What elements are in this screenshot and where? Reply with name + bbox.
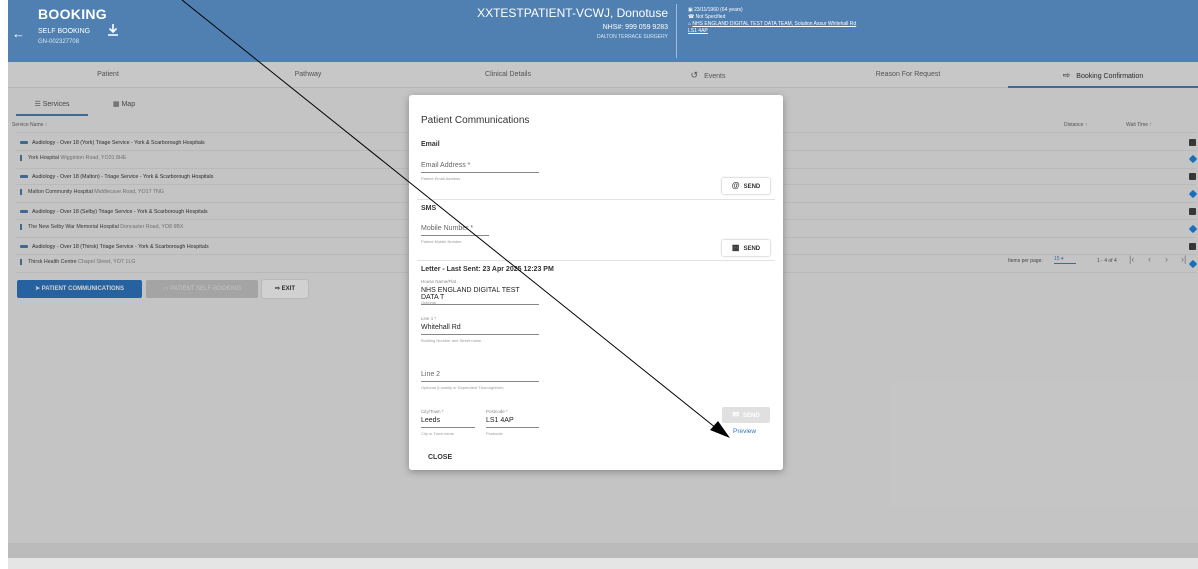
send-letter-button[interactable]: ✉ SEND	[722, 407, 770, 423]
sms-section-title: SMS	[421, 205, 437, 212]
city-hint: City or Town name	[421, 431, 455, 436]
patient-phone: Not Specified	[695, 14, 726, 20]
home-icon: ⌂	[688, 21, 692, 27]
patient-dob: 23/11/1960 (64 years)	[694, 7, 743, 13]
mobile-number-field[interactable]: Mobile Number *	[421, 225, 489, 236]
address-line2-field[interactable]: Line 2	[421, 371, 539, 382]
patient-postcode[interactable]: LS1 4AP	[688, 28, 708, 34]
phone-icon: ☎	[688, 14, 695, 20]
preview-link[interactable]: Preview	[733, 428, 756, 435]
back-arrow-icon[interactable]: ←	[12, 26, 25, 41]
send-sms-button[interactable]: ▩ SEND	[722, 240, 770, 256]
postcode-label: Postcode *	[486, 409, 508, 414]
house-name-field[interactable]: NHS ENGLAND DIGITAL TEST DATA T	[421, 287, 539, 305]
button-label: SEND	[743, 413, 760, 419]
patient-communications-dialog: Patient Communications Email Email Addre…	[409, 95, 783, 470]
house-name-label: House Name/Flat	[421, 279, 457, 284]
line1-label: Line 1 *	[421, 316, 437, 321]
patient-address[interactable]: NHS ENGLAND DIGITAL TEST DATA TEAM, Solu…	[692, 21, 856, 27]
close-button[interactable]: CLOSE	[428, 454, 452, 461]
patient-meta: ▣ 23/11/1960 (64 years) ☎ Not Specified …	[688, 7, 856, 35]
postcode-hint: Postcode	[486, 431, 503, 436]
page-subtitle: SELF BOOKING	[38, 28, 91, 35]
email-field[interactable]: Email Address *	[421, 162, 539, 173]
patient-name: XXTESTPATIENT-VCWJ, Donotuse	[477, 6, 668, 20]
email-section-title: Email	[421, 141, 440, 148]
house-name-hint: Optional	[421, 300, 436, 305]
section-divider	[417, 199, 775, 200]
line2-hint: Optional (Locality or Dependent Thorough…	[421, 385, 504, 390]
page-title: BOOKING	[38, 6, 107, 22]
city-label: City/Town *	[421, 409, 444, 414]
message-icon: ▩	[731, 243, 740, 252]
nhs-number: NHS#: 999 059 9283	[602, 24, 668, 31]
section-divider	[417, 260, 775, 261]
letter-section-title: Letter - Last Sent: 23 Apr 2025 12:23 PM	[421, 266, 554, 273]
calendar-icon: ▣	[688, 7, 693, 13]
button-label: SEND	[743, 184, 761, 190]
mobile-hint: Patient Mobile Number	[421, 239, 462, 244]
practice-name: DALTON TERRACE SURGERY	[596, 34, 668, 40]
line1-hint: Building Number and Street name	[421, 338, 482, 343]
city-field[interactable]: Leeds	[421, 417, 475, 428]
download-icon[interactable]	[106, 23, 120, 37]
at-icon: @	[731, 181, 740, 190]
address-line1-field[interactable]: Whitehall Rd	[421, 324, 539, 335]
booking-id: GN-002327708	[38, 39, 80, 45]
dialog-title: Patient Communications	[421, 115, 530, 126]
mail-icon: ✉	[732, 410, 740, 419]
send-email-button[interactable]: @ SEND	[722, 178, 770, 194]
button-label: SEND	[743, 246, 761, 252]
header-divider	[676, 4, 677, 58]
app-header: ← BOOKING SELF BOOKING GN-002327708 XXTE…	[8, 0, 1198, 62]
email-hint: Patient Email Address	[421, 176, 461, 181]
postcode-field[interactable]: LS1 4AP	[486, 417, 539, 428]
